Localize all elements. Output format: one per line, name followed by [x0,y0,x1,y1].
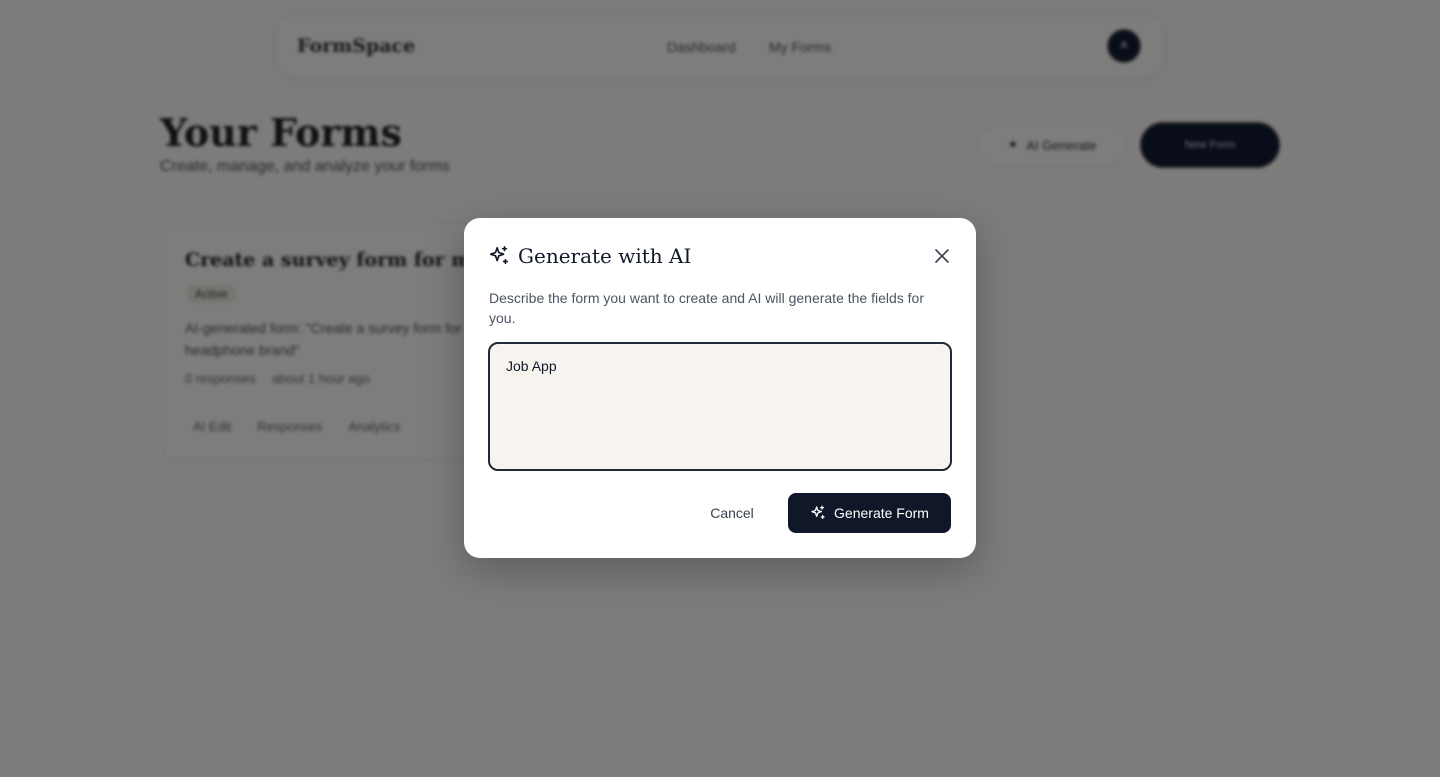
dialog-description: Describe the form you want to create and… [489,290,925,326]
cancel-button[interactable]: Cancel [692,493,772,533]
generate-form-button[interactable]: Generate Form [788,493,951,533]
dialog-title: Generate with AI [518,244,692,268]
close-button[interactable] [930,244,954,268]
generate-form-label: Generate Form [834,505,929,521]
close-icon [935,249,949,263]
sparkles-icon [489,246,509,265]
form-prompt-input[interactable]: Job App [488,342,952,471]
sparkles-icon [811,505,825,519]
generate-ai-dialog: Generate with AI Describe the form you w… [464,218,976,558]
dialog-header: Generate with AI [488,244,691,268]
